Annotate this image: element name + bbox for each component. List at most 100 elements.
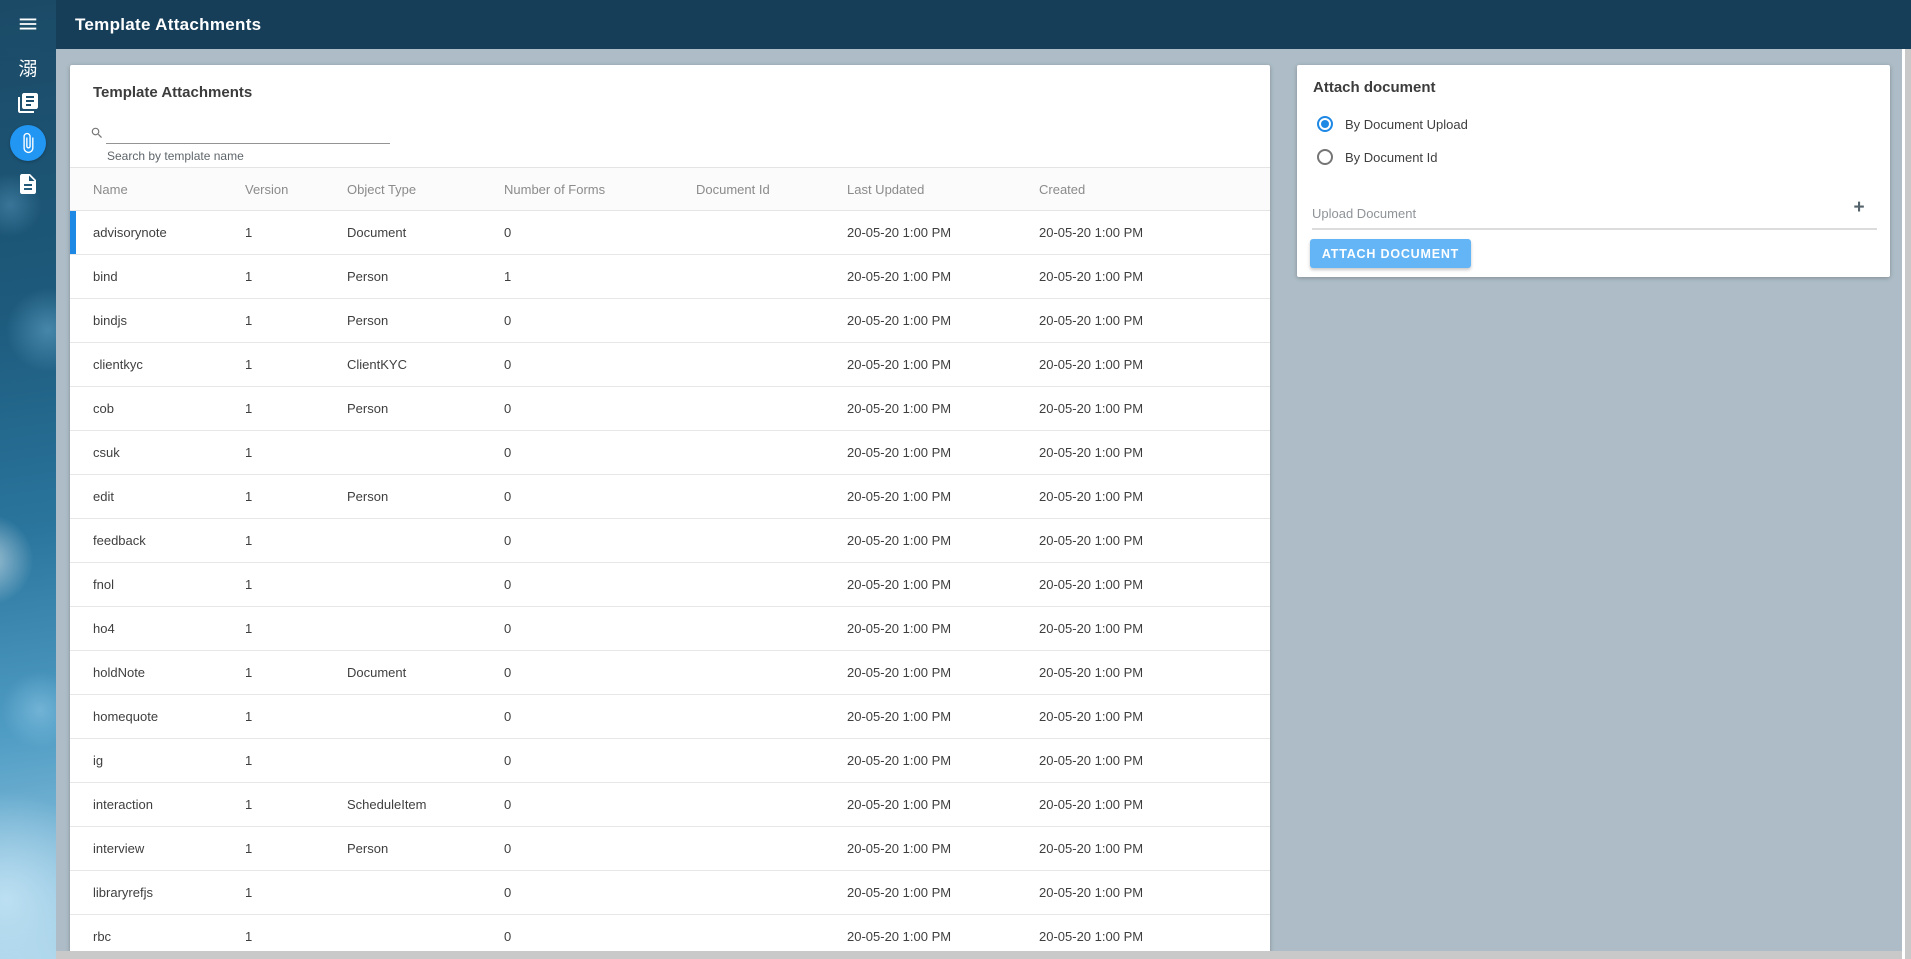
cell-number_of_forms: 0 (504, 225, 696, 240)
cell-number_of_forms: 0 (504, 885, 696, 900)
sidebar-item-logo[interactable]: 溺 (16, 58, 40, 82)
cell-object_type: Document (347, 225, 504, 240)
cell-number_of_forms: 0 (504, 621, 696, 636)
menu-icon[interactable] (17, 13, 39, 35)
cell-number_of_forms: 0 (504, 841, 696, 856)
cell-version: 1 (245, 841, 347, 856)
sidebar-item-documents[interactable] (16, 172, 40, 196)
vertical-scrollbar[interactable] (1902, 49, 1911, 959)
cell-last_updated: 20-05-20 1:00 PM (847, 357, 1039, 372)
cell-number_of_forms: 0 (504, 929, 696, 944)
column-header-object_type[interactable]: Object Type (347, 182, 504, 197)
sidebar-item-attachments[interactable] (10, 125, 46, 161)
table-row-advisorynote[interactable]: advisorynote1Document020-05-20 1:00 PM20… (70, 211, 1270, 255)
cell-created: 20-05-20 1:00 PM (1039, 445, 1246, 460)
cell-version: 1 (245, 665, 347, 680)
cell-version: 1 (245, 313, 347, 328)
table-row-libraryrefjs[interactable]: libraryrefjs1020-05-20 1:00 PM20-05-20 1… (70, 871, 1270, 915)
table-row-fnol[interactable]: fnol1020-05-20 1:00 PM20-05-20 1:00 PM (70, 563, 1270, 607)
cell-number_of_forms: 0 (504, 533, 696, 548)
column-header-created[interactable]: Created (1039, 182, 1246, 197)
plus-icon[interactable]: + (1850, 199, 1868, 217)
cell-created: 20-05-20 1:00 PM (1039, 753, 1246, 768)
cell-object_type: Person (347, 489, 504, 504)
cell-version: 1 (245, 929, 347, 944)
template-attachments-card: Template Attachments Search by template … (70, 65, 1270, 959)
cell-created: 20-05-20 1:00 PM (1039, 709, 1246, 724)
search-icon (90, 126, 104, 140)
search-field: Search by template name (90, 123, 400, 165)
cell-last_updated: 20-05-20 1:00 PM (847, 313, 1039, 328)
document-icon (16, 172, 40, 196)
horizontal-scrollbar[interactable] (56, 951, 1902, 959)
cell-last_updated: 20-05-20 1:00 PM (847, 929, 1039, 944)
cell-object_type: ScheduleItem (347, 797, 504, 812)
cell-version: 1 (245, 709, 347, 724)
cell-last_updated: 20-05-20 1:00 PM (847, 665, 1039, 680)
cell-last_updated: 20-05-20 1:00 PM (847, 841, 1039, 856)
cell-created: 20-05-20 1:00 PM (1039, 357, 1246, 372)
paperclip-icon (17, 132, 39, 154)
table-row-cob[interactable]: cob1Person020-05-20 1:00 PM20-05-20 1:00… (70, 387, 1270, 431)
cell-created: 20-05-20 1:00 PM (1039, 665, 1246, 680)
cell-version: 1 (245, 577, 347, 592)
table-row-homequote[interactable]: homequote1020-05-20 1:00 PM20-05-20 1:00… (70, 695, 1270, 739)
cell-number_of_forms: 0 (504, 357, 696, 372)
radio-unselected-icon (1317, 149, 1333, 165)
cell-version: 1 (245, 401, 347, 416)
cell-last_updated: 20-05-20 1:00 PM (847, 577, 1039, 592)
table-row-holdNote[interactable]: holdNote1Document020-05-20 1:00 PM20-05-… (70, 651, 1270, 695)
column-header-last_updated[interactable]: Last Updated (847, 182, 1039, 197)
attach-document-button[interactable]: ATTACH DOCUMENT (1310, 239, 1471, 268)
cell-name: csuk (93, 445, 245, 460)
radio-by-document-upload[interactable]: By Document Upload (1317, 116, 1468, 132)
column-header-number_of_forms[interactable]: Number of Forms (504, 182, 696, 197)
cell-number_of_forms: 1 (504, 269, 696, 284)
cell-name: bind (93, 269, 245, 284)
search-input[interactable] (106, 123, 390, 144)
top-app-bar: Template Attachments (56, 0, 1911, 49)
column-header-version[interactable]: Version (245, 182, 347, 197)
table-row-feedback[interactable]: feedback1020-05-20 1:00 PM20-05-20 1:00 … (70, 519, 1270, 563)
sidebar-item-library[interactable] (16, 91, 40, 115)
cell-object_type: Person (347, 269, 504, 284)
radio-label: By Document Id (1345, 150, 1438, 165)
cell-object_type: Person (347, 401, 504, 416)
cell-created: 20-05-20 1:00 PM (1039, 313, 1246, 328)
cell-number_of_forms: 0 (504, 489, 696, 504)
table-row-clientkyc[interactable]: clientkyc1ClientKYC020-05-20 1:00 PM20-0… (70, 343, 1270, 387)
table-row-interaction[interactable]: interaction1ScheduleItem020-05-20 1:00 P… (70, 783, 1270, 827)
table-row-interview[interactable]: interview1Person020-05-20 1:00 PM20-05-2… (70, 827, 1270, 871)
table-row-bindjs[interactable]: bindjs1Person020-05-20 1:00 PM20-05-20 1… (70, 299, 1270, 343)
cell-object_type: Document (347, 665, 504, 680)
cell-number_of_forms: 0 (504, 797, 696, 812)
cell-created: 20-05-20 1:00 PM (1039, 621, 1246, 636)
attach-document-panel: Attach document By Document Upload By Do… (1297, 65, 1890, 277)
column-header-name[interactable]: Name (93, 182, 245, 197)
cell-version: 1 (245, 533, 347, 548)
table-header-row: NameVersionObject TypeNumber of FormsDoc… (70, 167, 1270, 211)
cell-name: libraryrefjs (93, 885, 245, 900)
radio-selected-icon (1317, 116, 1333, 132)
cell-name: homequote (93, 709, 245, 724)
cell-number_of_forms: 0 (504, 401, 696, 416)
upload-document-label: Upload Document (1312, 206, 1416, 221)
radio-by-document-id[interactable]: By Document Id (1317, 149, 1438, 165)
cell-version: 1 (245, 753, 347, 768)
table-row-ig[interactable]: ig1020-05-20 1:00 PM20-05-20 1:00 PM (70, 739, 1270, 783)
logo-glyph-icon: 溺 (18, 59, 37, 80)
cell-name: ho4 (93, 621, 245, 636)
cell-last_updated: 20-05-20 1:00 PM (847, 709, 1039, 724)
upload-field-underline (1312, 228, 1877, 230)
cell-name: bindjs (93, 313, 245, 328)
table-row-csuk[interactable]: csuk1020-05-20 1:00 PM20-05-20 1:00 PM (70, 431, 1270, 475)
cell-version: 1 (245, 489, 347, 504)
table-row-bind[interactable]: bind1Person120-05-20 1:00 PM20-05-20 1:0… (70, 255, 1270, 299)
cell-created: 20-05-20 1:00 PM (1039, 841, 1246, 856)
cell-created: 20-05-20 1:00 PM (1039, 533, 1246, 548)
column-header-document_id[interactable]: Document Id (696, 182, 847, 197)
table-row-ho4[interactable]: ho41020-05-20 1:00 PM20-05-20 1:00 PM (70, 607, 1270, 651)
cell-name: interview (93, 841, 245, 856)
cell-last_updated: 20-05-20 1:00 PM (847, 489, 1039, 504)
table-row-edit[interactable]: edit1Person020-05-20 1:00 PM20-05-20 1:0… (70, 475, 1270, 519)
